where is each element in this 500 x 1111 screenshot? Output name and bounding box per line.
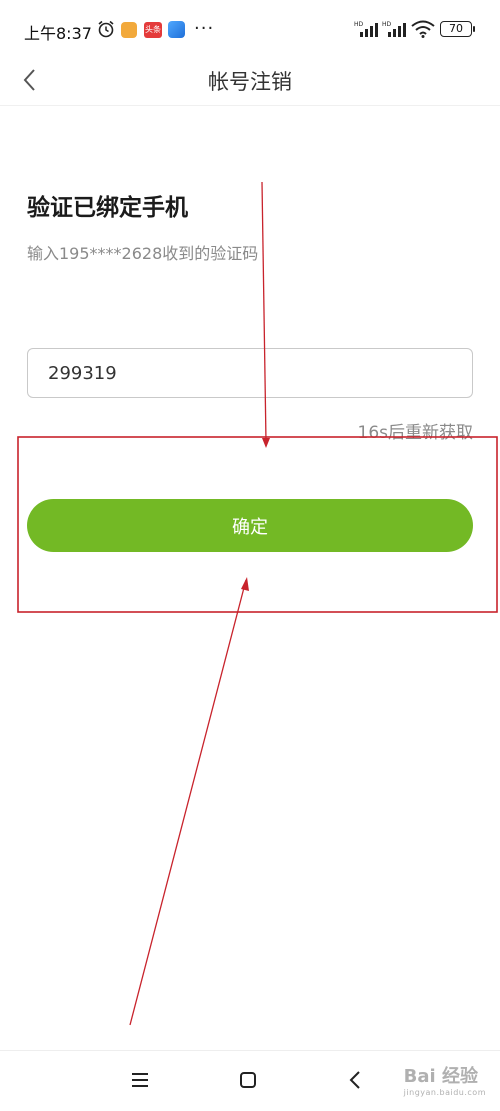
resend-code-link[interactable]: 16s后重新获取 [358,418,474,443]
home-icon[interactable] [233,1065,263,1095]
status-time: 上午8:37 [24,24,92,43]
confirm-button[interactable]: 确定 [27,499,473,552]
page-title: 帐号注销 [208,70,292,94]
battery-indicator: 70 [440,21,475,37]
annotation-arrow [129,579,247,1026]
news-app-icon: 头条 [144,22,162,38]
more-notifications-icon: ··· [194,18,215,39]
signal-icon: HD [382,21,406,37]
annotation-overlay [17,181,498,1026]
cloud-app-icon [168,21,185,38]
back-icon[interactable] [341,1065,371,1095]
verify-hint: 输入195****2628收到的验证码 [27,244,259,263]
svg-text:HD: HD [382,21,392,28]
wifi-icon [411,20,435,38]
message-app-icon [121,22,137,38]
watermark-text: Bai 经验 [403,1066,478,1087]
annotation-arrow [261,181,267,443]
top-nav-bar: 帐号注销 [0,58,500,106]
verification-code-input[interactable] [27,348,473,398]
menu-icon[interactable] [125,1065,155,1095]
svg-text:HD: HD [354,21,364,28]
signal-icon: HD [354,21,378,37]
watermark: Bai 经验 jingyan.baidu.com [404,1062,486,1097]
alarm-clock-icon [98,20,114,38]
verify-heading: 验证已绑定手机 [27,195,188,221]
status-bar: 上午8:37 头条 ··· HD HD 70 [0,0,500,58]
watermark-subtext: jingyan.baidu.com [403,1088,486,1097]
